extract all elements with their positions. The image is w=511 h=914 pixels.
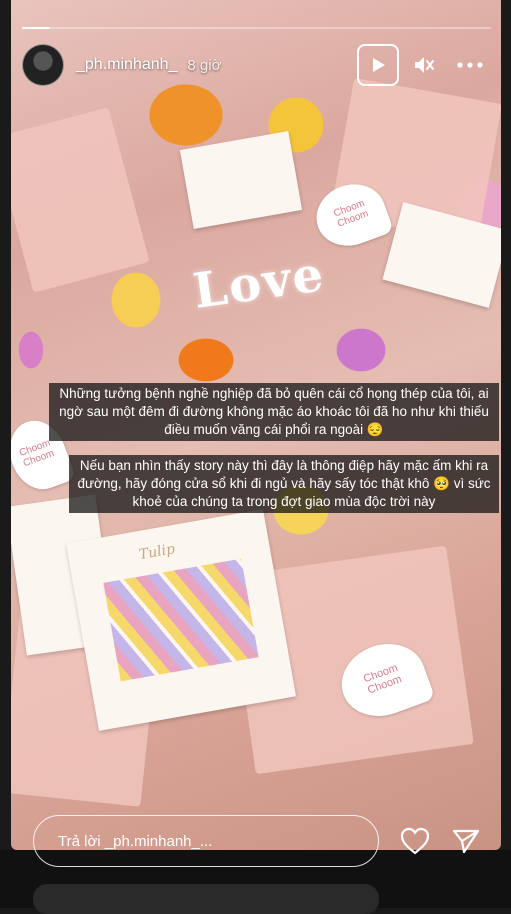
heart-icon bbox=[400, 827, 430, 855]
tulip-card bbox=[179, 131, 303, 229]
wrapping-paper bbox=[11, 107, 150, 293]
love-sticker: Love bbox=[189, 246, 329, 320]
story-progress-fill bbox=[22, 27, 51, 29]
tulip-illustration bbox=[103, 558, 259, 682]
username[interactable]: _ph.minhanh_ bbox=[76, 56, 177, 74]
like-button[interactable] bbox=[397, 823, 433, 859]
tulip-card: Tulip bbox=[66, 509, 296, 731]
avatar[interactable] bbox=[22, 44, 64, 86]
card-title: Tulip bbox=[137, 541, 177, 564]
story-media[interactable]: Tulip Choom Choom Choom Choom Choom Choo… bbox=[11, 0, 501, 850]
play-button[interactable] bbox=[357, 44, 399, 86]
bottom-bar bbox=[33, 884, 379, 914]
tulip-card bbox=[382, 202, 501, 308]
caption-1: Những tưởng bệnh nghề nghiệp đã bỏ quên … bbox=[49, 383, 499, 441]
send-icon bbox=[452, 829, 480, 854]
caption-2: Nếu bạn nhìn thấy story này thì đây là t… bbox=[69, 455, 499, 513]
story-progress-bar bbox=[22, 27, 491, 29]
post-time: 8 giờ bbox=[187, 56, 222, 74]
mute-button[interactable] bbox=[403, 44, 445, 86]
more-button[interactable] bbox=[449, 44, 491, 86]
more-icon bbox=[457, 62, 483, 68]
story-header: _ph.minhanh_ 8 giờ bbox=[22, 40, 491, 90]
play-icon bbox=[373, 58, 385, 72]
mute-icon bbox=[415, 57, 434, 73]
send-button[interactable] bbox=[448, 823, 484, 859]
reply-input[interactable]: Trả lời _ph.minhanh_... bbox=[33, 815, 379, 867]
